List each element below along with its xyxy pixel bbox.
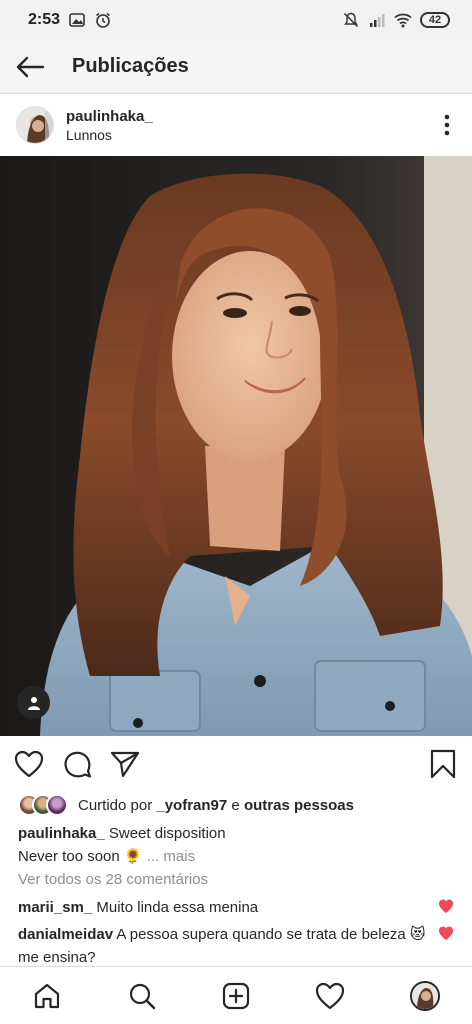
back-button[interactable] — [0, 40, 60, 94]
share-button[interactable] — [110, 742, 154, 786]
heart-icon — [14, 750, 44, 778]
liked-by-user[interactable]: _yofran97 — [156, 797, 227, 814]
comment-item: danialmeidav A pessoa supera quando se t… — [18, 923, 426, 969]
avatar[interactable] — [16, 106, 54, 144]
comment-username[interactable]: danialmeidav — [18, 926, 113, 943]
nav-home[interactable] — [17, 967, 77, 1024]
status-time: 2:53 — [28, 11, 61, 28]
post-actions — [0, 740, 472, 788]
likes-text: Curtido por _yofran97 e outras pessoas — [78, 797, 354, 814]
nav-new-post[interactable] — [206, 967, 266, 1024]
battery-indicator: 42 — [420, 12, 450, 28]
portrait-image — [0, 156, 472, 736]
comment-username[interactable]: marii_sm_ — [18, 899, 92, 916]
caption-more-link[interactable]: ... mais — [147, 848, 195, 865]
likes-prefix: Curtido por — [78, 796, 157, 814]
alarm-icon — [96, 12, 111, 28]
heart-icon — [316, 982, 345, 1009]
home-icon — [35, 983, 60, 1008]
send-icon — [110, 751, 140, 778]
avatar — [409, 980, 440, 1011]
page-title: Publicações — [72, 55, 189, 77]
nav-search[interactable] — [112, 967, 172, 1024]
arrow-left-icon — [16, 56, 45, 77]
post-photo[interactable] — [0, 156, 472, 736]
heart-icon[interactable] — [438, 925, 454, 941]
likes-summary[interactable]: Curtido por _yofran97 e outras pessoas — [18, 792, 354, 818]
post-location[interactable]: Lunnos — [66, 127, 153, 143]
search-icon — [129, 983, 155, 1009]
more-vertical-icon — [444, 114, 450, 136]
nav-activity[interactable] — [300, 967, 360, 1024]
caption-text: Sweet disposition — [104, 825, 226, 842]
app-header: Publicações — [0, 40, 472, 94]
comment-item: marii_sm_ Muito linda essa menina — [18, 896, 426, 919]
view-all-comments-link[interactable]: Ver todos os 28 comentários — [18, 871, 208, 888]
add-post-icon — [222, 982, 250, 1009]
nav-profile[interactable] — [395, 967, 455, 1024]
caption-text-line2: Never too soon 🌻 — [18, 848, 143, 865]
photo-notification-icon — [69, 13, 85, 27]
bottom-navigation — [0, 966, 472, 1024]
heart-icon[interactable] — [438, 898, 454, 914]
liked-by-others[interactable]: outras pessoas — [244, 797, 354, 814]
save-button[interactable] — [428, 746, 458, 782]
mute-icon — [343, 12, 359, 28]
signal-icon — [370, 14, 385, 27]
tagged-people-button[interactable] — [17, 686, 50, 719]
liker-avatars — [18, 794, 68, 816]
comment-button[interactable] — [62, 742, 106, 786]
status-bar: 2:53 42 — [0, 0, 472, 40]
bookmark-icon — [430, 749, 456, 779]
post-caption: paulinhaka_ Sweet disposition Never too … — [18, 822, 458, 868]
wifi-icon — [394, 13, 412, 28]
caption-username[interactable]: paulinhaka_ — [18, 825, 105, 842]
comment-text: Muito linda essa menina — [92, 899, 259, 916]
more-options-button[interactable] — [422, 100, 472, 150]
comment-icon — [64, 751, 92, 778]
liker-avatar — [46, 794, 68, 816]
post-header: paulinhaka_ Lunnos — [0, 94, 472, 156]
post-username[interactable]: paulinhaka_ — [66, 108, 153, 125]
like-button[interactable] — [14, 742, 58, 786]
likes-join: e — [227, 796, 244, 814]
person-tag-icon — [27, 696, 40, 710]
